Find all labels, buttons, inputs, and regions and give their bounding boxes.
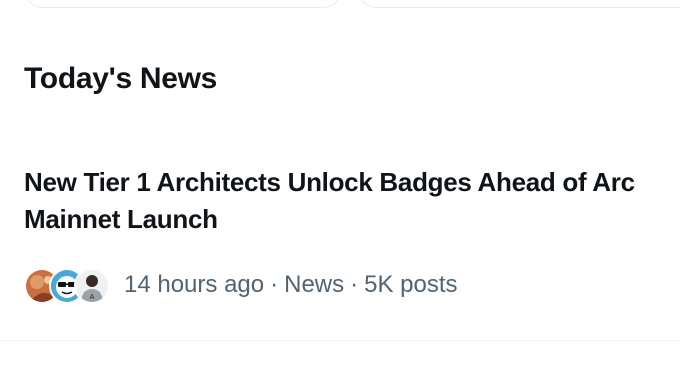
top-tab-pill-right[interactable] <box>358 0 680 8</box>
news-meta-row: A 14 hours ago · News · 5K posts <box>24 266 458 304</box>
top-tab-pill-left[interactable] <box>24 0 342 8</box>
avatar-person-dark-icon: A <box>74 268 110 304</box>
news-meta-text: 14 hours ago · News · 5K posts <box>124 271 458 299</box>
avatar-stack: A <box>24 266 110 304</box>
svg-text:A: A <box>90 293 95 301</box>
section-title: Today's News <box>24 62 218 95</box>
news-headline[interactable]: New Tier 1 Architects Unlock Badges Ahea… <box>24 164 664 238</box>
news-item[interactable]: New Tier 1 Architects Unlock Badges Ahea… <box>0 150 680 340</box>
meta-separator: · <box>350 271 359 298</box>
news-post-count: 5K posts <box>364 271 458 298</box>
meta-separator: · <box>270 271 279 298</box>
news-time: 14 hours ago <box>124 271 265 298</box>
divider <box>0 340 680 341</box>
news-category: News <box>284 271 345 298</box>
